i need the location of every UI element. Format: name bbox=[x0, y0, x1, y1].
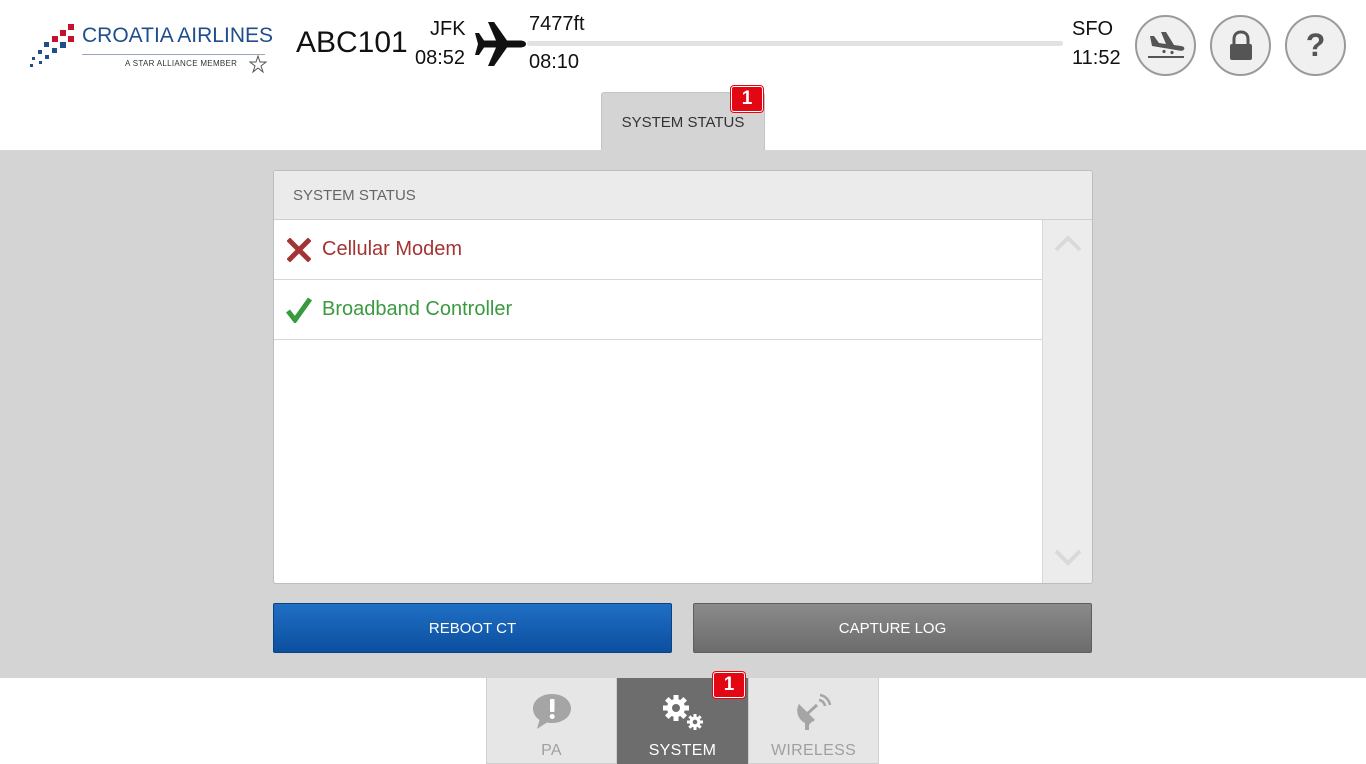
chevron-down-icon[interactable] bbox=[1054, 549, 1082, 567]
system-status-panel: SYSTEM STATUS Cellular Modem Broadband C… bbox=[273, 170, 1093, 584]
satellite-dish-icon bbox=[796, 693, 831, 730]
system-status-alert-badge: 1 bbox=[731, 86, 763, 112]
list-item[interactable]: Cellular Modem bbox=[274, 220, 1042, 280]
star-alliance-icon bbox=[249, 55, 267, 73]
reboot-ct-button[interactable]: REBOOT CT bbox=[273, 603, 672, 653]
lock-button[interactable] bbox=[1210, 15, 1271, 76]
capture-log-label: CAPTURE LOG bbox=[838, 619, 947, 637]
nav-tab-system-label: SYSTEM bbox=[648, 742, 717, 759]
x-mark-icon bbox=[286, 237, 312, 263]
nav-tab-pa[interactable]: PA bbox=[486, 678, 617, 764]
brand-name: CROATIA AIRLINES bbox=[82, 24, 273, 47]
main-content: SYSTEM STATUS Cellular Modem Broadband C… bbox=[0, 150, 1366, 678]
list-item[interactable]: Broadband Controller bbox=[274, 280, 1042, 340]
brand-tagline: A STAR ALLIANCE MEMBER bbox=[125, 59, 238, 68]
destination-time: 11:52 bbox=[1072, 47, 1121, 69]
system-alert-badge: 1 bbox=[713, 672, 745, 698]
airplane-icon bbox=[475, 22, 526, 66]
origin-code: JFK bbox=[430, 18, 466, 40]
brand-divider bbox=[82, 54, 265, 55]
chevron-up-icon[interactable] bbox=[1054, 234, 1082, 252]
capture-log-button[interactable]: CAPTURE LOG bbox=[693, 603, 1092, 653]
origin-time: 08:52 bbox=[415, 47, 466, 69]
checkerboard-logo-icon bbox=[30, 24, 74, 67]
gears-icon bbox=[662, 695, 703, 730]
panel-title: SYSTEM STATUS bbox=[274, 171, 1092, 220]
elapsed-time: 08:10 bbox=[529, 51, 580, 73]
landing-button[interactable] bbox=[1135, 15, 1196, 76]
speech-bubble-exclamation-icon bbox=[532, 694, 571, 729]
status-item-label: Broadband Controller bbox=[322, 298, 513, 320]
plane-landing-icon bbox=[1147, 31, 1184, 58]
list-scrollbar[interactable] bbox=[1042, 220, 1092, 583]
airline-logo: CROATIA AIRLINES A STAR ALLIANCE MEMBER bbox=[30, 22, 273, 74]
check-mark-icon bbox=[286, 297, 312, 323]
reboot-ct-label: REBOOT CT bbox=[428, 619, 517, 637]
nav-tab-wireless[interactable]: WIRELESS bbox=[748, 678, 879, 764]
top-bar: CROATIA AIRLINES A STAR ALLIANCE MEMBER … bbox=[0, 0, 1366, 151]
panel-title-text: SYSTEM STATUS bbox=[293, 186, 416, 204]
lock-icon bbox=[1229, 29, 1252, 60]
nav-tab-pa-label: PA bbox=[541, 742, 562, 759]
bottom-nav: PA SYSTEM WIRELESS bbox=[486, 678, 880, 764]
help-button[interactable]: ? bbox=[1285, 15, 1346, 76]
status-list: Cellular Modem Broadband Controller bbox=[274, 220, 1042, 340]
destination-code: SFO bbox=[1072, 18, 1114, 40]
tab-system-status-label: SYSTEM STATUS bbox=[621, 113, 745, 131]
help-label: ? bbox=[1305, 27, 1326, 63]
altitude-readout: 7477ft bbox=[529, 13, 585, 35]
flight-number: ABC101 bbox=[296, 26, 408, 59]
status-item-label: Cellular Modem bbox=[322, 238, 463, 260]
flight-progress-track bbox=[527, 41, 1063, 46]
nav-tab-wireless-label: WIRELESS bbox=[770, 742, 857, 759]
